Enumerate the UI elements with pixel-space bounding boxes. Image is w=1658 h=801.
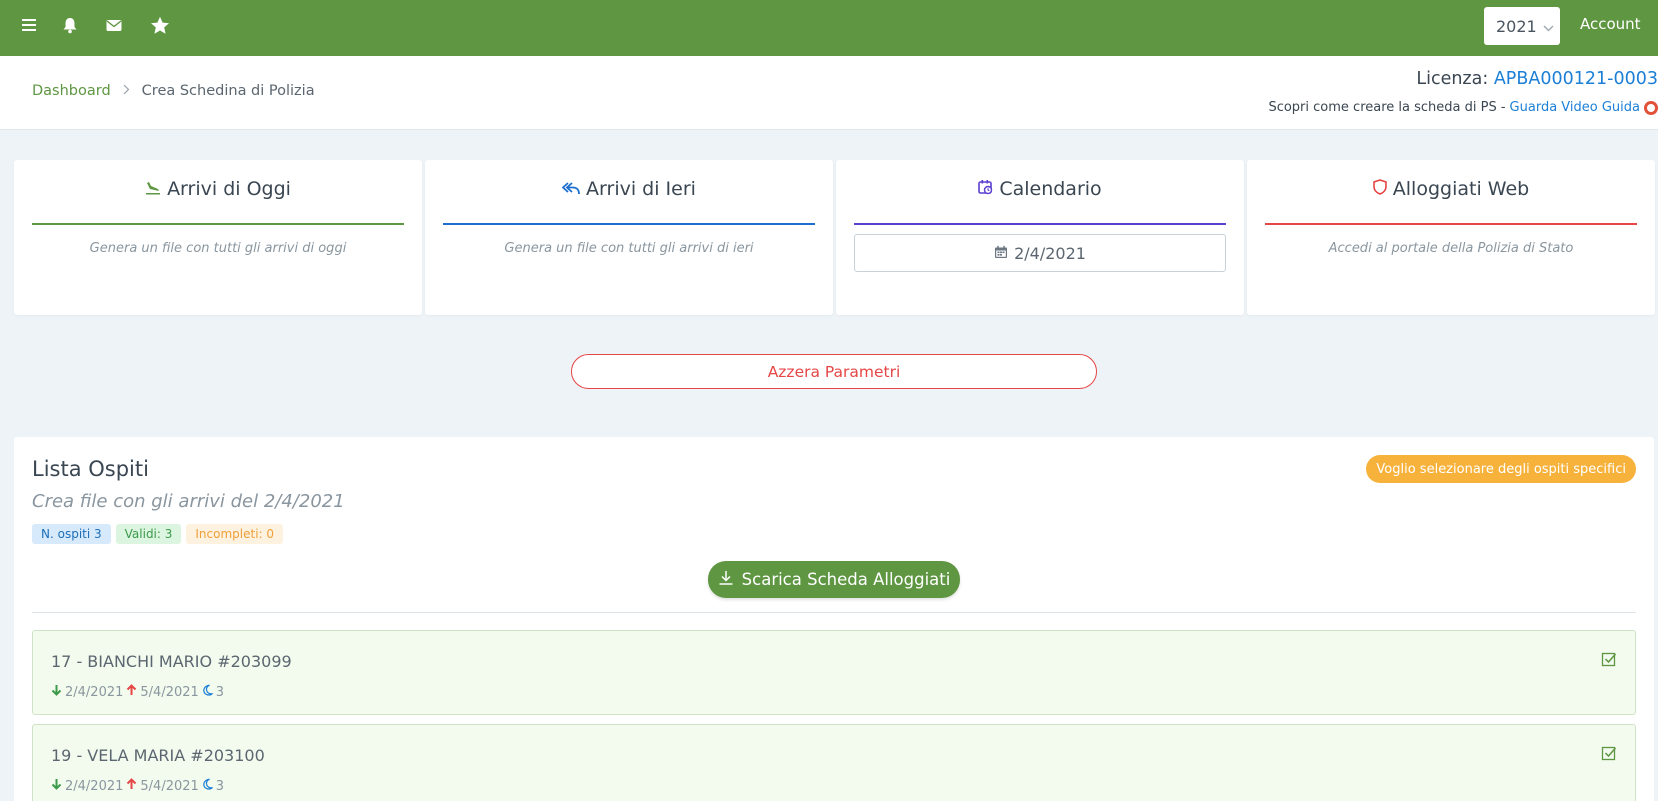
- arrow-down-icon: [51, 684, 62, 700]
- shield-icon: [1372, 178, 1387, 200]
- date-value: 2/4/2021: [1014, 243, 1086, 263]
- chevron-down-icon: [1543, 17, 1554, 36]
- bell-icon[interactable]: [59, 14, 81, 36]
- guest-list-panel: Lista Ospiti Crea file con gli arrivi de…: [14, 437, 1654, 801]
- top-navbar: 2021 Account: [0, 0, 1658, 56]
- checkbox-checked-icon[interactable]: [1601, 651, 1617, 667]
- guest-list-title: Lista Ospiti: [32, 457, 149, 481]
- calendar-icon: [994, 244, 1008, 263]
- download-schedule-button[interactable]: Scarica Scheda Alloggiati: [708, 561, 960, 598]
- nights-count: 3: [215, 684, 225, 700]
- card-description: Genera un file con tutti gli arrivi di o…: [89, 241, 347, 256]
- breadcrumb-dashboard-link[interactable]: Dashboard: [32, 83, 111, 99]
- guest-item[interactable]: 17 - BIANCHI MARIO #203099 2/4/2021 5/4/…: [32, 630, 1636, 715]
- accent-line: [443, 223, 815, 225]
- arrow-up-icon: [126, 778, 137, 794]
- arrival-date: 2/4/2021: [65, 778, 124, 794]
- video-guide-link[interactable]: Guarda Video Guida: [1510, 100, 1640, 115]
- reset-parameters-button[interactable]: Azzera Parametri: [571, 354, 1097, 389]
- guest-stay-info: 2/4/2021 5/4/2021 3: [51, 778, 224, 794]
- reply-all-icon: [561, 178, 580, 200]
- guest-name: 19 - VELA MARIA #203100: [51, 746, 265, 765]
- arrow-down-icon: [51, 778, 62, 794]
- guest-stats: N. ospiti 3 Validi: 3 Incompleti: 0: [32, 524, 284, 544]
- arrival-date: 2/4/2021: [65, 684, 124, 700]
- license-info: Licenza: APBA000121-0003: [1416, 69, 1658, 89]
- checkbox-checked-icon[interactable]: [1601, 745, 1617, 761]
- license-code[interactable]: APBA000121-0003: [1494, 69, 1658, 89]
- calendar-clock-icon: [978, 178, 993, 200]
- download-label: Scarica Scheda Alloggiati: [741, 570, 951, 589]
- card-title: Alloggiati Web: [1247, 178, 1655, 200]
- card-arrivals-today[interactable]: Arrivi di Oggi Genera un file con tutti …: [14, 160, 422, 315]
- valid-count-badge: Validi: 3: [115, 524, 182, 544]
- guest-list-subtitle: Crea file con gli arrivi del 2/4/2021: [32, 491, 345, 512]
- year-value: 2021: [1496, 16, 1537, 36]
- plane-landing-icon: [145, 178, 161, 200]
- star-icon[interactable]: [149, 14, 171, 36]
- page-header: Dashboard Crea Schedina di Polizia Licen…: [0, 56, 1658, 130]
- guest-stay-info: 2/4/2021 5/4/2021 3: [51, 684, 224, 700]
- year-select[interactable]: 2021: [1484, 7, 1560, 45]
- guest-count-badge: N. ospiti 3: [32, 524, 111, 544]
- card-arrivals-yesterday[interactable]: Arrivi di Ieri Genera un file con tutti …: [425, 160, 833, 315]
- accent-line: [1265, 223, 1637, 225]
- card-title: Arrivi di Oggi: [14, 178, 422, 200]
- license-label: Licenza:: [1416, 69, 1489, 89]
- departure-date: 5/4/2021: [140, 778, 199, 794]
- breadcrumb: Dashboard Crea Schedina di Polizia: [32, 83, 315, 99]
- guide-text: Scopri come creare la scheda di PS -: [1268, 100, 1506, 115]
- date-picker-input[interactable]: 2/4/2021: [854, 234, 1226, 272]
- moon-icon: [202, 778, 214, 794]
- lifebuoy-icon: [1644, 100, 1658, 115]
- guest-item[interactable]: 19 - VELA MARIA #203100 2/4/2021 5/4/202…: [32, 724, 1636, 801]
- nights-count: 3: [215, 778, 225, 794]
- video-guide-hint: Scopri come creare la scheda di PS - Gua…: [1268, 100, 1658, 115]
- mail-icon[interactable]: [103, 14, 125, 36]
- accent-line: [854, 223, 1226, 225]
- arrow-up-icon: [126, 684, 137, 700]
- departure-date: 5/4/2021: [140, 684, 199, 700]
- card-alloggiati-web[interactable]: Alloggiati Web Accedi al portale della P…: [1247, 160, 1655, 315]
- divider: [32, 612, 1636, 613]
- select-specific-guests-button[interactable]: Voglio selezionare degli ospiti specific…: [1366, 455, 1636, 483]
- card-description: Genera un file con tutti gli arrivi di i…: [504, 241, 754, 256]
- menu-icon[interactable]: [18, 14, 40, 36]
- card-title: Calendario: [836, 178, 1244, 200]
- card-title: Arrivi di Ieri: [425, 178, 833, 200]
- card-calendar: Calendario 2/4/2021: [836, 160, 1244, 315]
- accent-line: [32, 223, 404, 225]
- account-menu[interactable]: Account: [1580, 15, 1641, 33]
- chevron-right-icon: [123, 84, 130, 99]
- guest-name: 17 - BIANCHI MARIO #203099: [51, 652, 292, 671]
- moon-icon: [202, 684, 214, 700]
- breadcrumb-current: Crea Schedina di Polizia: [141, 83, 315, 99]
- card-description: Accedi al portale della Polizia di Stato: [1328, 241, 1574, 256]
- incomplete-count-badge: Incompleti: 0: [186, 524, 284, 544]
- download-icon: [718, 570, 734, 590]
